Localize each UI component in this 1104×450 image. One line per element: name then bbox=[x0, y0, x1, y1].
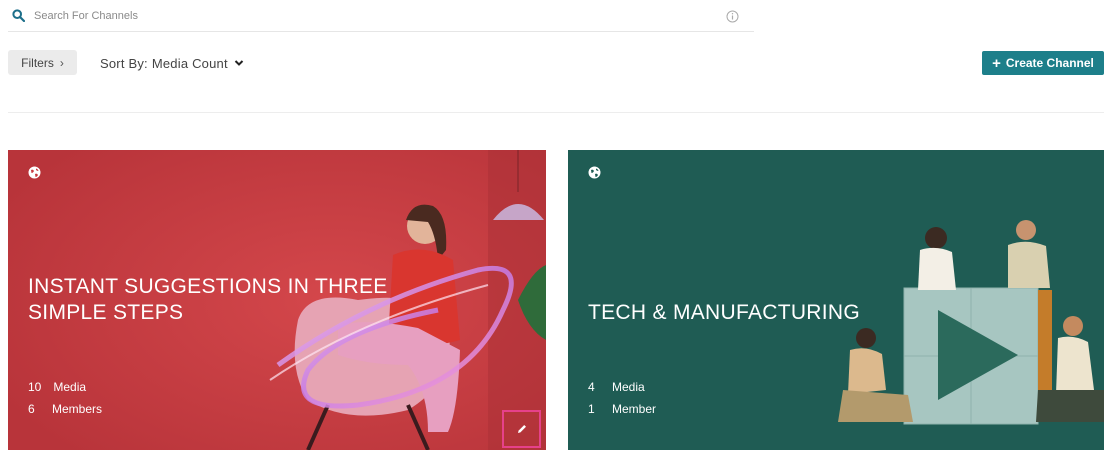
media-count: 4 Media bbox=[588, 380, 645, 394]
channel-title[interactable]: INSTANT SUGGESTIONS IN THREE SIMPLE STEP… bbox=[28, 274, 408, 326]
chevron-right-icon: › bbox=[59, 55, 64, 70]
filters-label: Filters bbox=[21, 55, 54, 70]
channel-stats: 10 Media 6 Members bbox=[28, 376, 102, 420]
edit-channel-button[interactable] bbox=[502, 410, 541, 448]
sort-value: Media Count bbox=[151, 55, 228, 71]
divider bbox=[8, 112, 1104, 113]
filters-button[interactable]: Filters › bbox=[8, 50, 77, 75]
search-bar bbox=[8, 0, 754, 32]
channel-title[interactable]: TECH & MANUFACTURING bbox=[588, 300, 908, 326]
sort-prefix: Sort By: bbox=[100, 55, 148, 71]
channel-stats: 4 Media 1 Member bbox=[588, 376, 656, 420]
create-channel-label: Create Channel bbox=[1005, 56, 1094, 70]
create-channel-button[interactable]: + Create Channel bbox=[982, 51, 1104, 75]
chevron-down-icon bbox=[234, 60, 243, 66]
media-count: 10 Media bbox=[28, 380, 87, 394]
channel-card[interactable]: TECH & MANUFACTURING 4 Media 1 Member bbox=[568, 150, 1104, 450]
globe-icon bbox=[588, 166, 601, 179]
search-input[interactable] bbox=[34, 6, 694, 26]
sort-dropdown[interactable]: Sort By: Media Count bbox=[100, 55, 244, 71]
members-count: 6 Members bbox=[28, 402, 103, 416]
members-count: 1 Member bbox=[588, 402, 657, 416]
plus-icon: + bbox=[992, 54, 1001, 72]
channel-card[interactable]: INSTANT SUGGESTIONS IN THREE SIMPLE STEP… bbox=[8, 150, 546, 450]
info-icon[interactable] bbox=[726, 10, 739, 23]
pencil-icon bbox=[517, 425, 526, 433]
globe-icon bbox=[28, 166, 41, 179]
search-icon[interactable] bbox=[12, 9, 25, 22]
